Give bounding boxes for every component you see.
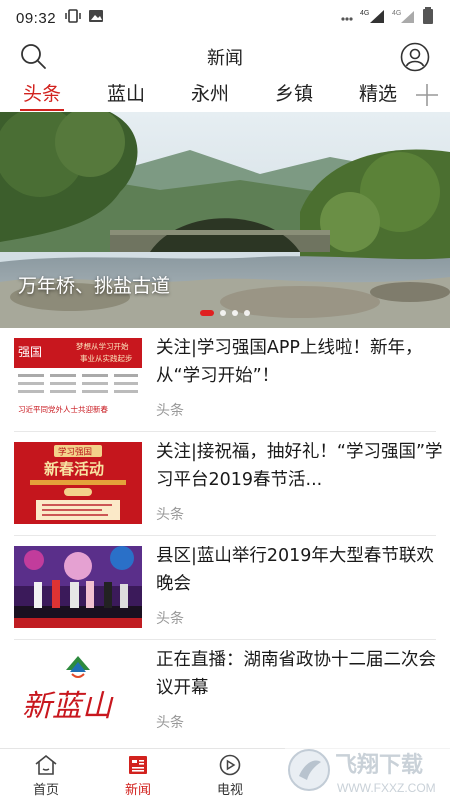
news-tag: 头条 bbox=[156, 507, 184, 523]
news-item[interactable]: 新蓝山 正在直播：湖南省政协十二届二次会议开幕 头条 bbox=[14, 640, 436, 744]
page-title: 新闻 bbox=[207, 48, 243, 69]
thumb-logo-text: 强国 bbox=[18, 345, 42, 359]
search-icon bbox=[21, 44, 46, 69]
status-time: 09:32 bbox=[16, 9, 57, 27]
signal-icon: 4G bbox=[360, 8, 386, 28]
gallery-icon bbox=[88, 9, 104, 27]
news-tag: 头条 bbox=[156, 403, 184, 419]
news-thumbnail: 强国 梦想从学习开始 事业从实践起步 习近平同党外人士共迎新春 bbox=[14, 338, 142, 420]
news-list: 强国 梦想从学习开始 事业从实践起步 习近平同党外人士共迎新春 关注|学习强国A… bbox=[0, 328, 450, 744]
status-bar: 09:32 4G 4G bbox=[0, 0, 450, 36]
news-item[interactable]: 县区|蓝山举行2019年大型春节联欢晚会 头条 bbox=[14, 536, 436, 640]
battery-icon bbox=[422, 7, 434, 29]
carousel-dot-active[interactable] bbox=[200, 310, 214, 316]
tv-icon bbox=[219, 754, 241, 776]
nav-label: 首页 bbox=[32, 783, 59, 798]
add-channel-button[interactable] bbox=[412, 80, 442, 110]
news-item[interactable]: 学习强国 新春活动 关注|接祝福，抽好礼！“学习强国”学习平台2019春节活..… bbox=[14, 432, 443, 536]
user-icon bbox=[400, 42, 430, 72]
nav-label: 电视 bbox=[216, 783, 243, 798]
nav-label: 新闻 bbox=[124, 783, 151, 798]
carousel-dot[interactable] bbox=[244, 310, 250, 316]
carousel-dot[interactable] bbox=[220, 310, 226, 316]
watermark-url: WWW.FXXZ.COM bbox=[337, 781, 436, 795]
news-title: 县区|蓝山举行2019年大型春节联欢晚会 bbox=[156, 546, 434, 594]
news-title: 关注|学习强国APP上线啦！新年，从“学习开始”！ bbox=[156, 338, 423, 386]
news-tag: 头条 bbox=[156, 611, 184, 627]
thumb-subline: 事业从实践起步 bbox=[80, 353, 133, 363]
banner-caption: 万年桥、挑盐古道 bbox=[18, 275, 171, 297]
news-item[interactable]: 强国 梦想从学习开始 事业从实践起步 习近平同党外人士共迎新春 关注|学习强国A… bbox=[14, 328, 436, 432]
nav-tv[interactable]: 电视 bbox=[184, 749, 276, 800]
news-thumbnail bbox=[14, 546, 142, 628]
thumb-headline: 梦想从学习开始 bbox=[76, 341, 129, 351]
thumb-calligraphy: 新蓝山 bbox=[22, 689, 114, 724]
thumb-top-text: 学习强国 bbox=[58, 447, 92, 458]
carousel-dot[interactable] bbox=[232, 310, 238, 316]
signal-label-2: 4G bbox=[392, 10, 401, 17]
more-dots-icon bbox=[340, 9, 354, 27]
carousel-indicator bbox=[200, 310, 250, 316]
news-title: 正在直播：湖南省政协十二届二次会议开幕 bbox=[156, 650, 436, 698]
nav-news[interactable]: 新闻 bbox=[92, 749, 184, 800]
app-header: 新闻 bbox=[0, 36, 450, 78]
signal-secondary-icon: 4G bbox=[392, 8, 416, 28]
vibrate-icon bbox=[64, 9, 82, 27]
channel-tabs: 头条 蓝山 永州 乡镇 精选 bbox=[0, 78, 450, 112]
thumb-main-text: 新春活动 bbox=[44, 460, 104, 478]
watermark-logo: 飞翔下载 WWW.FXXZ.COM bbox=[285, 740, 450, 800]
watermark-icon bbox=[288, 749, 330, 791]
tab-featured[interactable]: 精选 bbox=[336, 78, 420, 112]
search-button[interactable] bbox=[18, 42, 48, 72]
watermark-text: 飞翔下载 bbox=[335, 752, 423, 778]
signal-label-1: 4G bbox=[360, 10, 369, 17]
news-thumbnail: 学习强国 新春活动 bbox=[14, 442, 142, 524]
home-icon bbox=[35, 754, 57, 775]
news-title: 关注|接祝福，抽好礼！“学习强国”学习平台2019春节活... bbox=[156, 442, 443, 490]
user-profile-button[interactable] bbox=[400, 42, 430, 72]
banner-carousel[interactable]: 万年桥、挑盐古道 bbox=[0, 112, 450, 328]
thumb-footer: 习近平同党外人士共迎新春 bbox=[18, 404, 108, 414]
news-tag: 头条 bbox=[156, 715, 184, 731]
news-thumbnail: 新蓝山 bbox=[14, 650, 142, 732]
tab-towns[interactable]: 乡镇 bbox=[252, 78, 336, 112]
tab-lanshan[interactable]: 蓝山 bbox=[84, 78, 168, 112]
plus-icon bbox=[416, 84, 438, 106]
nav-home[interactable]: 首页 bbox=[0, 749, 92, 800]
tab-headline[interactable]: 头条 bbox=[0, 78, 84, 112]
news-icon bbox=[129, 756, 147, 774]
tab-yongzhou[interactable]: 永州 bbox=[168, 78, 252, 112]
